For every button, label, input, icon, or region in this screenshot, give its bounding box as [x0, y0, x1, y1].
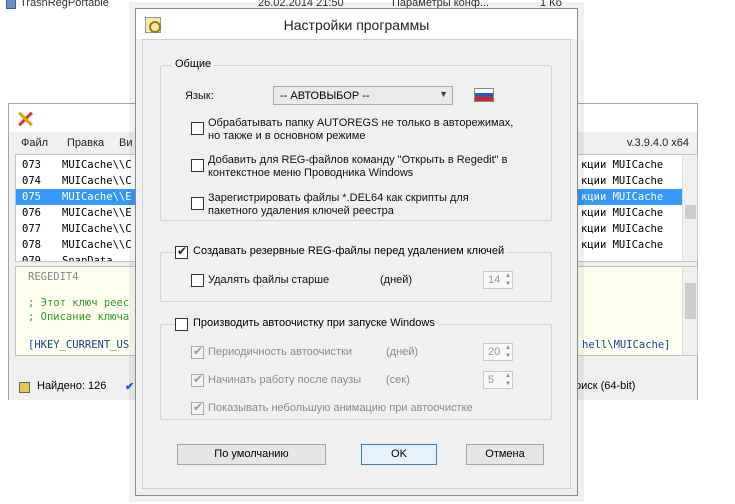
cancel-button[interactable]: Отмена	[466, 444, 544, 465]
row-number: 079	[22, 255, 41, 262]
dialog-titlebar[interactable]: Настройки программы	[136, 9, 577, 39]
pause-checkbox[interactable]	[191, 372, 204, 387]
list-scrollbar[interactable]	[682, 155, 697, 261]
delete-old-label: Удалять файлы старше	[208, 274, 330, 286]
delete-old-stepper[interactable]: 14 ▲ ▼	[483, 271, 513, 289]
regedit-menu-label: Добавить для REG-файлов команду "Открыть…	[208, 154, 507, 180]
delete-old-value: 14	[488, 274, 501, 286]
autoregs-checkbox[interactable]	[191, 122, 204, 135]
row-desc: кции MUICache	[581, 191, 664, 203]
row-key: MUICache\\C	[62, 159, 132, 171]
row-key: MUICache\\C	[62, 175, 132, 187]
pause-label: Начинать работу после паузы	[208, 374, 362, 386]
row-number: 077	[22, 223, 41, 235]
check-icon: ✔	[125, 381, 135, 393]
regedit-menu-label-line1: Добавить для REG-файлов команду "Открыть…	[208, 154, 508, 166]
row-number: 076	[22, 207, 41, 219]
autoregs-label-line1: Обрабатывать папку AUTOREGS не только в …	[208, 117, 514, 129]
general-caption: Общие	[172, 58, 215, 70]
status-found: Найдено: 126	[37, 380, 107, 392]
spin-up-icon[interactable]: ▲	[504, 344, 512, 352]
scroll-thumb[interactable]	[685, 205, 696, 219]
russian-flag-icon[interactable]	[474, 88, 494, 102]
file-icon	[6, 0, 16, 9]
row-number: 073	[22, 159, 41, 171]
pause-value: 5	[488, 374, 495, 386]
delete-old-unit: (дней)	[380, 274, 413, 286]
ok-button[interactable]: OK	[361, 444, 437, 465]
chevron-down-icon: ▼	[439, 89, 448, 99]
menu-edit[interactable]: Правка	[67, 137, 104, 149]
row-desc: кции MUICache	[581, 159, 664, 171]
language-label: Язык:	[185, 90, 214, 102]
autoclean-caption: Производить автоочистку при запуске Wind…	[190, 317, 438, 329]
row-number: 074	[22, 175, 41, 187]
row-desc: кции MUICache	[581, 239, 664, 251]
file-name: TrashRegPortable	[20, 0, 109, 9]
reg-line-key: hell\MUICache]	[582, 339, 671, 351]
row-key: SnapData	[62, 255, 113, 262]
autoregs-label: Обрабатывать папку AUTOREGS не только в …	[208, 117, 513, 143]
del64-checkbox[interactable]	[191, 197, 204, 210]
regedit-menu-checkbox[interactable]	[191, 159, 204, 172]
language-value: -- АВТОВЫБОР --	[280, 90, 370, 102]
period-unit: (дней)	[386, 346, 419, 358]
row-desc: кции MUICache	[581, 175, 664, 187]
delete-old-checkbox[interactable]	[191, 274, 204, 287]
row-desc: кции MUICache	[581, 207, 664, 219]
status-search: поиск (64-bit)	[569, 380, 636, 392]
backup-caption: Создавать резервные REG-файлы перед удал…	[190, 245, 508, 257]
reg-line-comment: ; Описание ключа	[28, 311, 130, 323]
row-desc: кции MUICache	[581, 223, 664, 235]
spin-up-icon[interactable]: ▲	[504, 372, 512, 380]
dialog-body: Общие Язык: -- АВТОВЫБОР -- ▼ Обрабатыва…	[142, 39, 571, 489]
period-stepper[interactable]: 20 ▲ ▼	[483, 343, 513, 361]
reg-line-header: REGEDIT4	[28, 271, 79, 283]
del64-label-line2: пакетного удаления ключей реестра	[208, 205, 394, 217]
reg-line-key: [HKEY_CURRENT_US	[28, 339, 130, 351]
row-key: MUICache\\E	[62, 191, 132, 203]
regedit-menu-label-line2: контекстное меню Проводника Windows	[208, 167, 414, 179]
period-checkbox[interactable]	[191, 344, 204, 359]
del64-label-line1: Зарегистрировать файлы *.DEL64 как скрип…	[208, 192, 469, 204]
language-select[interactable]: -- АВТОВЫБОР -- ▼	[273, 86, 453, 105]
menu-view[interactable]: Ви	[119, 137, 132, 149]
reg-line-comment: ; Этот ключ реес	[28, 297, 130, 309]
autoclean-checkbox[interactable]	[175, 318, 188, 331]
menu-file[interactable]: Файл	[21, 137, 48, 149]
row-number: 078	[22, 239, 41, 251]
animation-label: Показывать небольшую анимацию при автооч…	[208, 402, 473, 414]
app-icon	[17, 111, 33, 127]
spin-up-icon[interactable]: ▲	[504, 272, 512, 280]
preview-scrollbar[interactable]	[682, 267, 697, 355]
spin-down-icon[interactable]: ▼	[504, 280, 512, 288]
del64-label: Зарегистрировать файлы *.DEL64 как скрип…	[208, 192, 469, 218]
spin-down-icon[interactable]: ▼	[504, 380, 512, 388]
backup-checkbox[interactable]	[175, 244, 188, 259]
animation-checkbox[interactable]	[191, 400, 204, 415]
autoregs-label-line2: но также и в основном режиме	[208, 130, 366, 142]
row-number: 075	[22, 191, 41, 203]
settings-dialog: Настройки программы Общие Язык: -- АВТОВ…	[135, 8, 578, 496]
period-value: 20	[488, 346, 501, 358]
row-key: MUICache\\C	[62, 223, 132, 235]
row-key: MUICache\\C	[62, 239, 132, 251]
version-label: v.3.9.4.0 x64	[626, 137, 689, 149]
row-key: MUICache\\E	[62, 207, 132, 219]
scroll-thumb[interactable]	[685, 283, 696, 319]
found-icon	[19, 382, 30, 393]
dialog-title: Настройки программы	[283, 17, 430, 33]
spin-down-icon[interactable]: ▼	[504, 352, 512, 360]
default-button[interactable]: По умолчанию	[177, 444, 326, 465]
period-label: Периодичность автоочистки	[208, 346, 352, 358]
pause-unit: (сек)	[386, 374, 410, 386]
pause-stepper[interactable]: 5 ▲ ▼	[483, 371, 513, 389]
